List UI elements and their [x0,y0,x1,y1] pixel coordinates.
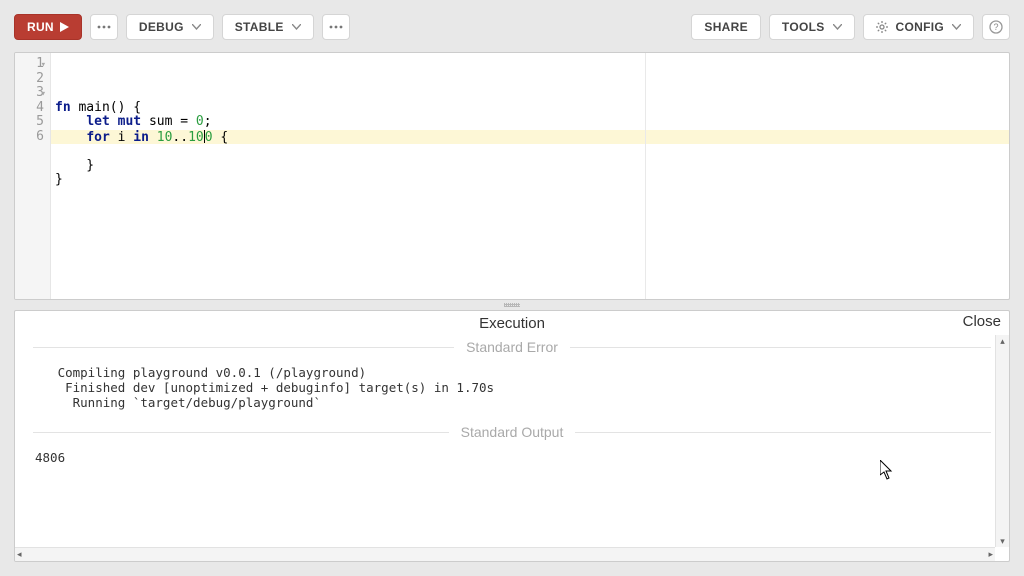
line-number: 2 [15,72,44,87]
line-number: 6 [15,130,44,145]
code-line[interactable]: } [51,159,1009,174]
tools-label: TOOLS [782,20,825,34]
line-number: 1 [15,57,44,72]
channel-label: STABLE [235,20,284,34]
stderr-content[interactable]: Compiling playground v0.0.1 (/playground… [15,359,1009,420]
stderr-section-label: Standard Error [15,335,1009,359]
vertical-scrollbar[interactable]: ▴ ▾ [995,335,1009,547]
channel-menu-button[interactable]: STABLE [222,14,314,40]
chevron-down-icon [952,24,961,30]
tools-menu-button[interactable]: TOOLS [769,14,855,40]
ellipsis-icon [97,25,111,29]
stdout-section-label: Standard Output [15,420,1009,444]
line-number: 3 [15,86,44,101]
chevron-down-icon [192,24,201,30]
line-number-gutter: 123456 [15,53,51,299]
panel-resize-handle[interactable] [14,300,1010,310]
help-button[interactable]: ? [982,14,1010,40]
code-line[interactable]: let mut sum = 0; [51,115,1009,130]
svg-text:?: ? [993,22,998,32]
code-area[interactable]: fn main() { let mut sum = 0; for i in 10… [51,53,1009,299]
code-line[interactable]: } [51,173,1009,188]
line-number: 5 [15,115,44,130]
output-header: Execution Close [15,311,1009,335]
share-button[interactable]: SHARE [691,14,761,40]
stdout-content[interactable]: 4806 [15,444,1009,475]
ellipsis-icon [329,25,343,29]
print-margin [645,53,646,299]
stderr-label-text: Standard Error [466,339,558,355]
debug-label: DEBUG [139,20,184,34]
share-label: SHARE [704,20,748,34]
close-output-button[interactable]: Close [963,313,1001,330]
chevron-down-icon [292,24,301,30]
config-label: CONFIG [896,20,944,34]
code-line[interactable]: for i in 10..100 { [51,130,1009,145]
code-line[interactable] [51,144,1009,159]
grip-icon [504,303,520,307]
config-menu-button[interactable]: CONFIG [863,14,974,40]
output-panel: Execution Close Standard Error Compiling… [14,310,1010,562]
debug-menu-button[interactable]: DEBUG [126,14,214,40]
chevron-down-icon [833,24,842,30]
run-more-button[interactable] [90,14,118,40]
toolbar: RUN DEBUG STABLE SHARE TOOLS CONFIG ? [14,14,1010,40]
scroll-up-arrow-icon[interactable]: ▴ [996,335,1009,347]
gear-icon [876,21,888,33]
stdout-label-text: Standard Output [461,424,564,440]
play-icon [60,22,69,32]
line-number: 4 [15,101,44,116]
horizontal-scrollbar[interactable]: ◂ ▸ [15,547,995,561]
scroll-down-arrow-icon[interactable]: ▾ [996,535,1009,547]
code-line[interactable]: fn main() { [51,101,1009,116]
run-label: RUN [27,20,54,34]
scroll-left-arrow-icon[interactable]: ◂ [17,549,22,560]
mode-more-button[interactable] [322,14,350,40]
output-title: Execution [479,315,545,332]
scroll-right-arrow-icon[interactable]: ▸ [988,549,993,560]
run-button[interactable]: RUN [14,14,82,40]
help-icon: ? [989,20,1003,34]
code-editor[interactable]: 123456 fn main() { let mut sum = 0; for … [14,52,1010,300]
